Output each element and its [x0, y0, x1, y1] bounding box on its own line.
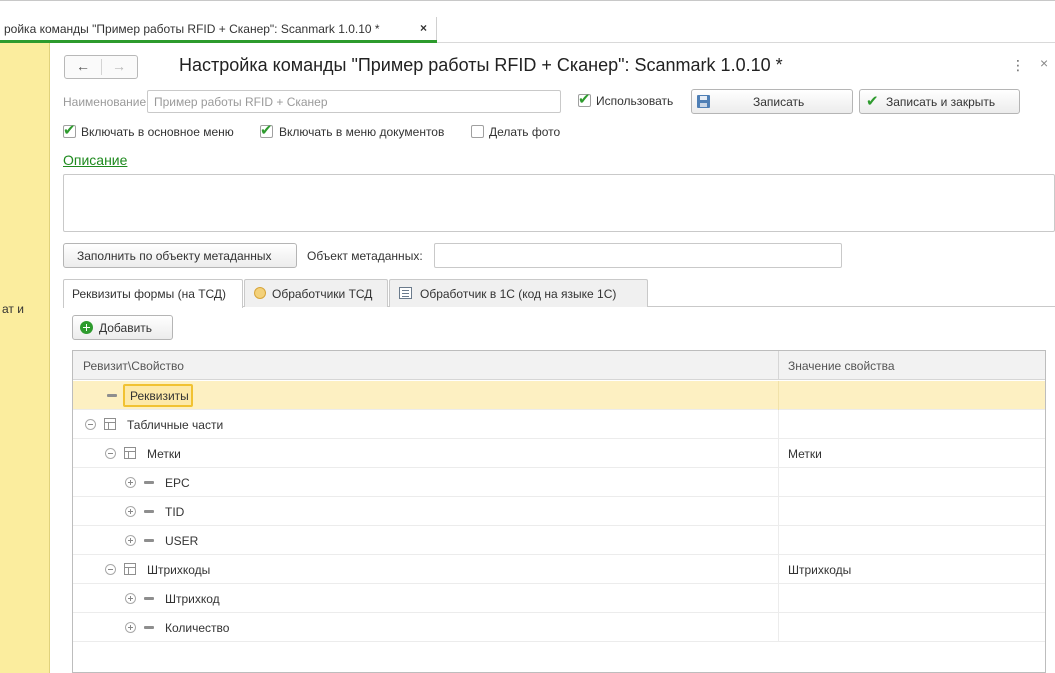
attribute-icon [144, 539, 154, 542]
table-part-icon [124, 563, 136, 575]
tab-tsd-handlers[interactable]: Обработчики ТСД [244, 279, 388, 307]
include-docs-menu-checkbox[interactable] [260, 121, 273, 139]
document-tab-title: ройка команды "Пример работы RFID + Скан… [4, 22, 380, 36]
attribute-icon [144, 626, 154, 629]
floppy-disk-icon [697, 95, 710, 108]
row-name: TID [165, 505, 185, 519]
use-label: Использовать [596, 94, 674, 108]
checkmark-icon: ✔ [866, 93, 879, 110]
cell-separator [778, 468, 779, 497]
navigation-buttons: ← → [64, 55, 138, 79]
include-main-menu-checkbox[interactable] [63, 121, 76, 139]
row-value: Штрихкоды [788, 563, 852, 577]
make-photo-checkbox[interactable] [471, 125, 484, 138]
attribute-icon [144, 481, 154, 484]
add-button-label: Добавить [99, 321, 153, 335]
name-label: Наименование: [63, 95, 150, 109]
handler-circle-icon [254, 287, 266, 299]
save-and-close-button[interactable]: ✔ Записать и закрыть [859, 89, 1020, 114]
expand-icon[interactable] [125, 593, 136, 604]
include-docs-menu-label: Включать в меню документов [279, 125, 445, 139]
cell-separator [778, 584, 779, 613]
code-module-icon [399, 287, 412, 299]
collapse-icon[interactable] [85, 419, 96, 430]
more-actions-icon[interactable]: ⋮ [1011, 57, 1025, 74]
cell-separator [778, 555, 779, 584]
make-photo-label: Делать фото [489, 125, 561, 139]
name-input[interactable] [147, 90, 561, 113]
save-button-label: Записать [753, 95, 805, 109]
tab-1c-handler[interactable]: Обработчик в 1С (код на языке 1С) [389, 279, 648, 307]
document-tabstrip: ройка команды "Пример работы RFID + Скан… [0, 0, 1055, 43]
use-checkbox[interactable] [578, 90, 591, 108]
nav-separator [101, 59, 102, 75]
table-row[interactable]: Метки Метки [73, 439, 1045, 468]
expand-icon[interactable] [125, 622, 136, 633]
expand-icon[interactable] [125, 535, 136, 546]
include-main-menu-label: Включать в основное меню [81, 125, 234, 139]
table-part-icon [124, 447, 136, 459]
tab-form-attributes[interactable]: Реквизиты формы (на ТСД) [63, 279, 243, 308]
row-name: EPC [165, 476, 190, 490]
row-name: Штрихкод [165, 592, 220, 606]
row-name: USER [165, 534, 199, 548]
collapse-icon[interactable] [105, 564, 116, 575]
table-row[interactable]: EPC [73, 468, 1045, 497]
table-row[interactable]: Количество [73, 613, 1045, 642]
form-title: Настройка команды "Пример работы RFID + … [179, 55, 783, 75]
table-row[interactable]: TID [73, 497, 1045, 526]
column-separator [778, 351, 779, 380]
cell-separator [778, 526, 779, 555]
row-name: Реквизиты [130, 389, 189, 403]
expand-icon[interactable] [125, 477, 136, 488]
fill-by-metadata-button[interactable]: Заполнить по объекту метаданных [63, 243, 297, 268]
table-part-icon [104, 418, 116, 430]
tab-tsd-handlers-label: Обработчики ТСД [272, 287, 373, 301]
table-header: Ревизит\Свойство Значение свойства [73, 351, 1045, 380]
attribute-icon [144, 597, 154, 600]
back-arrow-icon[interactable]: ← [68, 58, 98, 74]
close-form-icon[interactable]: × [1040, 55, 1048, 71]
document-tab-close-icon[interactable]: × [420, 21, 427, 35]
attribute-icon [144, 510, 154, 513]
row-value: Метки [788, 447, 822, 461]
cell-separator [778, 381, 779, 410]
left-panel-text[interactable]: ат и [2, 302, 24, 316]
tab-1c-handler-label: Обработчик в 1С (код на языке 1С) [420, 287, 617, 301]
table-row[interactable]: Штрихкод [73, 584, 1045, 613]
save-and-close-label: Записать и закрыть [886, 95, 996, 109]
description-textarea[interactable] [63, 174, 1055, 232]
description-link[interactable]: Описание [63, 152, 127, 168]
document-tab[interactable]: ройка команды "Пример работы RFID + Скан… [0, 17, 437, 43]
add-button[interactable]: Добавить [72, 315, 173, 340]
cell-separator [778, 613, 779, 642]
row-name: Табличные части [127, 418, 224, 432]
table-row[interactable]: Табличные части [73, 410, 1045, 439]
cell-separator [778, 410, 779, 439]
cell-separator [778, 439, 779, 468]
row-name: Метки [147, 447, 181, 461]
attributes-tree-table: Ревизит\Свойство Значение свойства Рекви… [72, 350, 1046, 673]
table-row[interactable]: USER [73, 526, 1045, 555]
table-row[interactable]: Штрихкоды Штрихкоды [73, 555, 1045, 584]
add-plus-icon [80, 321, 93, 334]
attribute-icon [107, 394, 117, 397]
save-button[interactable]: Записать [691, 89, 853, 114]
table-row[interactable]: Реквизиты [73, 381, 1045, 410]
column-header-attribute[interactable]: Ревизит\Свойство [83, 359, 184, 373]
fill-by-metadata-label: Заполнить по объекту метаданных [77, 249, 272, 263]
row-name: Штрихкоды [147, 563, 211, 577]
expand-icon[interactable] [125, 506, 136, 517]
cell-separator [778, 497, 779, 526]
tab-form-attributes-label: Реквизиты формы (на ТСД) [72, 287, 227, 301]
column-header-value[interactable]: Значение свойства [788, 359, 895, 373]
row-name: Количество [165, 621, 230, 635]
metadata-object-input[interactable] [434, 243, 842, 268]
forward-arrow-icon[interactable]: → [104, 58, 134, 74]
metadata-object-label: Объект метаданных: [307, 249, 423, 263]
collapse-icon[interactable] [105, 448, 116, 459]
command-settings-form: ← → Настройка команды "Пример работы RFI… [51, 43, 1055, 673]
left-navigation-panel: ат и [0, 43, 50, 673]
